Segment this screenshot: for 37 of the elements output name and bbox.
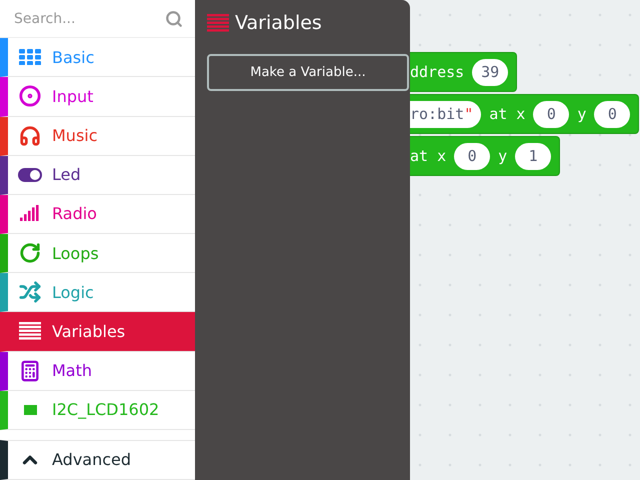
block-text: at x: [489, 105, 526, 123]
make-variable-button[interactable]: Make a Variable...: [207, 54, 409, 91]
category-item[interactable]: Radio: [0, 194, 195, 234]
category-item[interactable]: Led: [0, 156, 195, 195]
toggle-icon: [18, 168, 42, 182]
calculator-icon: [19, 360, 41, 382]
list-icon: [207, 14, 229, 32]
grid-icon: [19, 49, 41, 66]
category-item[interactable]: Variables: [0, 312, 195, 352]
search-field[interactable]: Search...: [12, 10, 165, 28]
block-text: y: [498, 147, 508, 165]
number-field[interactable]: 0: [533, 100, 570, 128]
category-item[interactable]: Math: [0, 352, 195, 391]
code-block[interactable]: ddress 39: [410, 52, 518, 92]
number-field[interactable]: 39: [472, 58, 508, 86]
block-text: at x: [410, 147, 446, 165]
number-field[interactable]: 1: [515, 142, 552, 170]
shuffle-icon: [19, 281, 41, 304]
loop-icon: [19, 242, 41, 264]
string-field[interactable]: ro:bit": [410, 100, 482, 128]
target-icon: [19, 85, 41, 108]
advanced-item[interactable]: Advanced: [0, 440, 195, 480]
search-icon[interactable]: [165, 10, 183, 28]
signal-icon: [20, 204, 40, 223]
category-item[interactable]: Input: [0, 77, 195, 117]
code-block[interactable]: ro:bit" at x 0 y 0: [410, 94, 640, 134]
square-icon: [24, 404, 36, 415]
block-text: y: [577, 105, 586, 123]
headphones-icon: [19, 124, 41, 147]
code-block[interactable]: at x 0 y 1: [410, 136, 560, 176]
number-field[interactable]: 0: [594, 100, 630, 128]
category-item[interactable]: Music: [0, 116, 195, 156]
number-field[interactable]: 0: [454, 142, 490, 170]
block-text: ddress: [410, 63, 464, 81]
list-icon: [19, 322, 41, 340]
flyout-title: Variables: [235, 12, 322, 34]
category-item[interactable]: Basic: [0, 38, 195, 78]
